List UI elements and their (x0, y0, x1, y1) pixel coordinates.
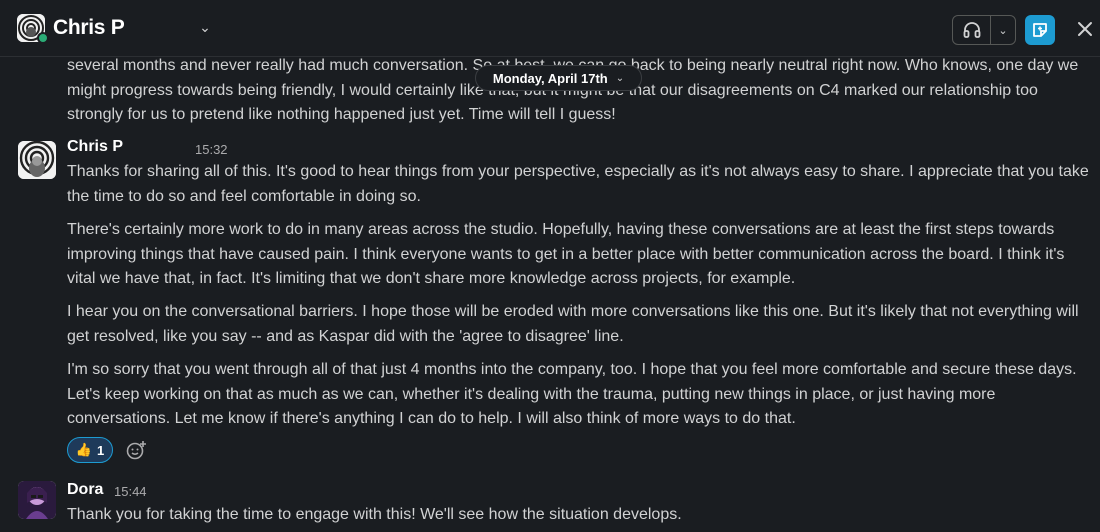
close-button[interactable] (1072, 16, 1098, 42)
message-paragraph: There's certainly more work to do in man… (67, 221, 1065, 287)
canvas-button[interactable] (1025, 15, 1055, 45)
add-emoji-icon (126, 441, 146, 460)
chevron-down-icon[interactable]: ⌄ (196, 18, 214, 36)
avatar[interactable] (18, 141, 56, 179)
channel-header: Chris P ⌄ ⌄ (0, 0, 1100, 57)
headphones-icon (963, 22, 980, 38)
message-paragraph: Thanks for sharing all of this. It's goo… (67, 163, 1089, 205)
redaction (124, 138, 184, 158)
timestamp[interactable]: 15:44 (114, 484, 147, 499)
conversation-name[interactable]: Chris P (53, 16, 125, 40)
huddle-button-group: ⌄ (952, 15, 1016, 45)
chevron-down-icon: ⌄ (615, 72, 625, 84)
reaction-thumbs-up[interactable]: 👍 1 (67, 437, 113, 463)
timestamp[interactable]: 15:32 (195, 142, 228, 157)
date-divider-pill[interactable]: Monday, April 17th ⌄ (475, 65, 642, 91)
reaction-count: 1 (96, 442, 105, 458)
canvas-icon (1033, 23, 1047, 37)
add-reaction-button[interactable] (123, 437, 149, 463)
sender-name[interactable]: Dora (67, 481, 103, 499)
huddle-button[interactable] (953, 16, 991, 44)
huddle-options-chevron-icon[interactable]: ⌄ (991, 16, 1015, 44)
message-paragraph: I hear you on the conversational barrier… (67, 303, 1079, 345)
presence-active-icon (37, 32, 49, 44)
avatar[interactable] (18, 481, 56, 519)
close-icon (1078, 22, 1092, 36)
date-label: Monday, April 17th (492, 70, 608, 86)
message-paragraph: I'm so sorry that you went through all o… (67, 361, 1077, 427)
message-paragraph: Thank you for taking the time to engage … (67, 506, 682, 523)
chat-window: Chris P ⌄ ⌄ several months and never rea… (0, 0, 1100, 532)
message-list: several months and never really had much… (0, 57, 1100, 532)
thumbs-up-icon: 👍 (75, 442, 92, 457)
sender-name[interactable]: Chris P (67, 138, 123, 156)
